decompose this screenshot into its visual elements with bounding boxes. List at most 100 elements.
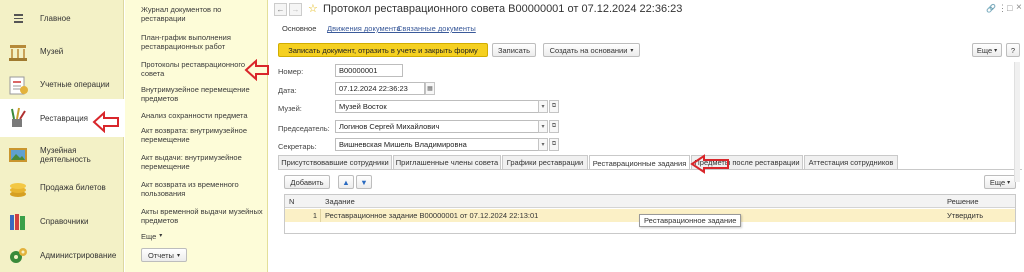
tab-document-movements[interactable]: Движения документа — [327, 24, 401, 33]
date-field[interactable]: 07.12.2024 22:36:23 — [335, 82, 425, 95]
back-button[interactable]: ← — [274, 3, 287, 16]
submenu-link-journal[interactable]: Журнал документов по реставрации — [141, 5, 263, 23]
page-title: Протокол реставрационного совета B000000… — [323, 3, 683, 15]
document-form: ← → ☆ Протокол реставрационного совета B… — [270, 0, 1024, 272]
row-number: 1 — [285, 209, 321, 222]
nav-item-label: Учетные операции — [40, 80, 110, 89]
chevron-down-icon: ▾ — [176, 252, 180, 259]
submenu-more-link[interactable]: Еще ▾ — [141, 232, 263, 241]
move-down-button[interactable]: ▼ — [356, 175, 372, 189]
secretary-label: Секретарь: — [278, 142, 317, 151]
add-row-button[interactable]: Добавить — [284, 175, 330, 189]
tab-present-staff[interactable]: Присутствовавшие сотрудники — [278, 155, 392, 169]
number-field[interactable]: B00000001 — [335, 64, 403, 77]
nav-item-museum[interactable]: Музей — [0, 33, 124, 70]
gears-icon — [7, 245, 29, 267]
favorite-star-icon[interactable]: ☆ — [308, 2, 320, 16]
tab-restoration-schedules[interactable]: Графики реставрации — [502, 155, 588, 169]
more-actions-label: Еще — [976, 45, 993, 55]
dropdown-chevron-icon[interactable]: ▾ — [538, 138, 548, 151]
dropdown-chevron-icon[interactable]: ▾ — [538, 100, 548, 113]
form-scrollbar[interactable] — [1014, 62, 1020, 182]
arrow-left-icon: ← — [276, 5, 285, 14]
museum-field[interactable]: Музей Восток — [335, 100, 539, 113]
chevron-down-icon: ▾ — [159, 233, 163, 239]
table-more-button[interactable]: Еще ▾ — [984, 175, 1016, 189]
chevron-down-icon: ▾ — [994, 47, 998, 54]
submenu-link-schedule[interactable]: План-график выполнения реставрационных р… — [141, 33, 263, 51]
ledger-icon — [7, 74, 29, 96]
post-and-close-button[interactable]: Записать документ, отразить в учете и за… — [278, 43, 488, 57]
create-based-on-button[interactable]: Создать на основании ▾ — [543, 43, 640, 57]
tab-related-documents[interactable]: Связанные документы — [397, 24, 476, 33]
nav-item-accounting[interactable]: Учетные операции — [0, 66, 124, 103]
submenu-link-preservation[interactable]: Анализ сохранности предмета — [141, 111, 263, 120]
submenu-more-label: Еще — [141, 232, 157, 241]
column-header-decision: Решение — [947, 197, 979, 206]
tab-main[interactable]: Основное — [282, 24, 316, 33]
menu-icon — [7, 8, 29, 30]
more-actions-button[interactable]: Еще ▾ — [972, 43, 1002, 57]
nav-item-administration[interactable]: Администрирование — [0, 237, 124, 272]
chevron-down-icon: ▾ — [630, 47, 634, 54]
move-up-button[interactable]: ▲ — [338, 175, 354, 189]
museum-icon — [7, 41, 29, 63]
tab-divider — [278, 169, 1022, 170]
arrow-right-icon: → — [291, 5, 300, 14]
submenu-link-temporary-issue[interactable]: Акты временной выдачи музейных предметов — [141, 207, 263, 225]
calendar-icon[interactable]: ▦ — [425, 82, 435, 95]
arrow-up-icon: ▲ — [342, 177, 350, 187]
coins-icon — [7, 177, 29, 199]
nav-item-museum-activity[interactable]: Музейная деятельность — [0, 136, 124, 173]
nav-item-label: Главное — [40, 14, 71, 23]
chevron-down-icon: ▾ — [1007, 179, 1011, 186]
nav-item-label: Продажа билетов — [40, 183, 106, 192]
column-header-n: N — [289, 197, 295, 206]
chair-label: Председатель: — [278, 124, 330, 133]
forward-button[interactable]: → — [289, 3, 302, 16]
museum-label: Музей: — [278, 104, 302, 113]
date-label: Дата: — [278, 86, 297, 95]
books-icon — [7, 211, 29, 233]
brush-icon — [7, 107, 29, 129]
open-link-icon[interactable]: ⧉ — [549, 138, 559, 151]
reports-label: Отчеты — [148, 250, 174, 260]
nav-item-label: Музейная деятельность — [40, 145, 91, 164]
nav-item-references[interactable]: Справочники — [0, 203, 124, 240]
submenu-link-internal-move[interactable]: Внутримузейное перемещение предметов — [141, 85, 263, 103]
main-navigation: Главное Музей Учетные операции Реставрац… — [0, 0, 124, 272]
nav-item-label: Музей — [40, 47, 64, 56]
annotation-arrow-icon — [690, 154, 729, 174]
save-button[interactable]: Записать — [492, 43, 536, 57]
create-based-on-label: Создать на основании — [549, 45, 628, 55]
nav-item-label: Реставрация — [40, 113, 88, 123]
tab-restoration-tasks[interactable]: Реставрационные задания — [589, 155, 690, 170]
nav-item-main[interactable]: Главное — [0, 0, 124, 37]
painting-icon — [7, 144, 29, 166]
link-icon[interactable]: 🔗 — [986, 4, 996, 13]
secretary-field[interactable]: Вишневская Мишель Владимировна — [335, 138, 539, 151]
dropdown-chevron-icon[interactable]: ▾ — [538, 120, 548, 133]
row-decision[interactable]: Утвердить — [947, 211, 983, 220]
submenu-link-issue-internal[interactable]: Акт выдачи: внутримузейное перемещение — [141, 153, 263, 171]
open-link-icon[interactable]: ⧉ — [549, 120, 559, 133]
chair-field[interactable]: Логинов Сергей Михайлович — [335, 120, 539, 133]
nav-item-label: Справочники — [40, 217, 89, 226]
table-header: N Задание Решение — [285, 195, 1015, 208]
close-icon[interactable]: × — [1016, 2, 1022, 13]
maximize-icon[interactable]: □ — [1007, 3, 1012, 13]
number-label: Номер: — [278, 67, 304, 76]
submenu-link-return-temporary[interactable]: Акт возврата из временного пользования — [141, 180, 263, 198]
row-task[interactable]: Реставрационное задание B00000001 от 07.… — [325, 211, 538, 220]
open-link-icon[interactable]: ⧉ — [549, 100, 559, 113]
tab-invited-members[interactable]: Приглашенные члены совета — [393, 155, 501, 169]
help-button[interactable]: ? — [1006, 43, 1020, 57]
annotation-arrow-icon — [244, 59, 269, 81]
more-vertical-icon[interactable]: ⋮ — [998, 3, 1007, 14]
submenu-link-return-internal[interactable]: Акт возврата: внутримузейное перемещение — [141, 126, 263, 144]
nav-item-ticket-sales[interactable]: Продажа билетов — [0, 169, 124, 206]
tooltip: Реставрационное задание — [639, 214, 742, 227]
table-more-label: Еще — [989, 177, 1006, 187]
reports-button[interactable]: Отчеты ▾ — [141, 248, 187, 262]
tab-staff-certification[interactable]: Аттестация сотрудников — [804, 155, 898, 169]
